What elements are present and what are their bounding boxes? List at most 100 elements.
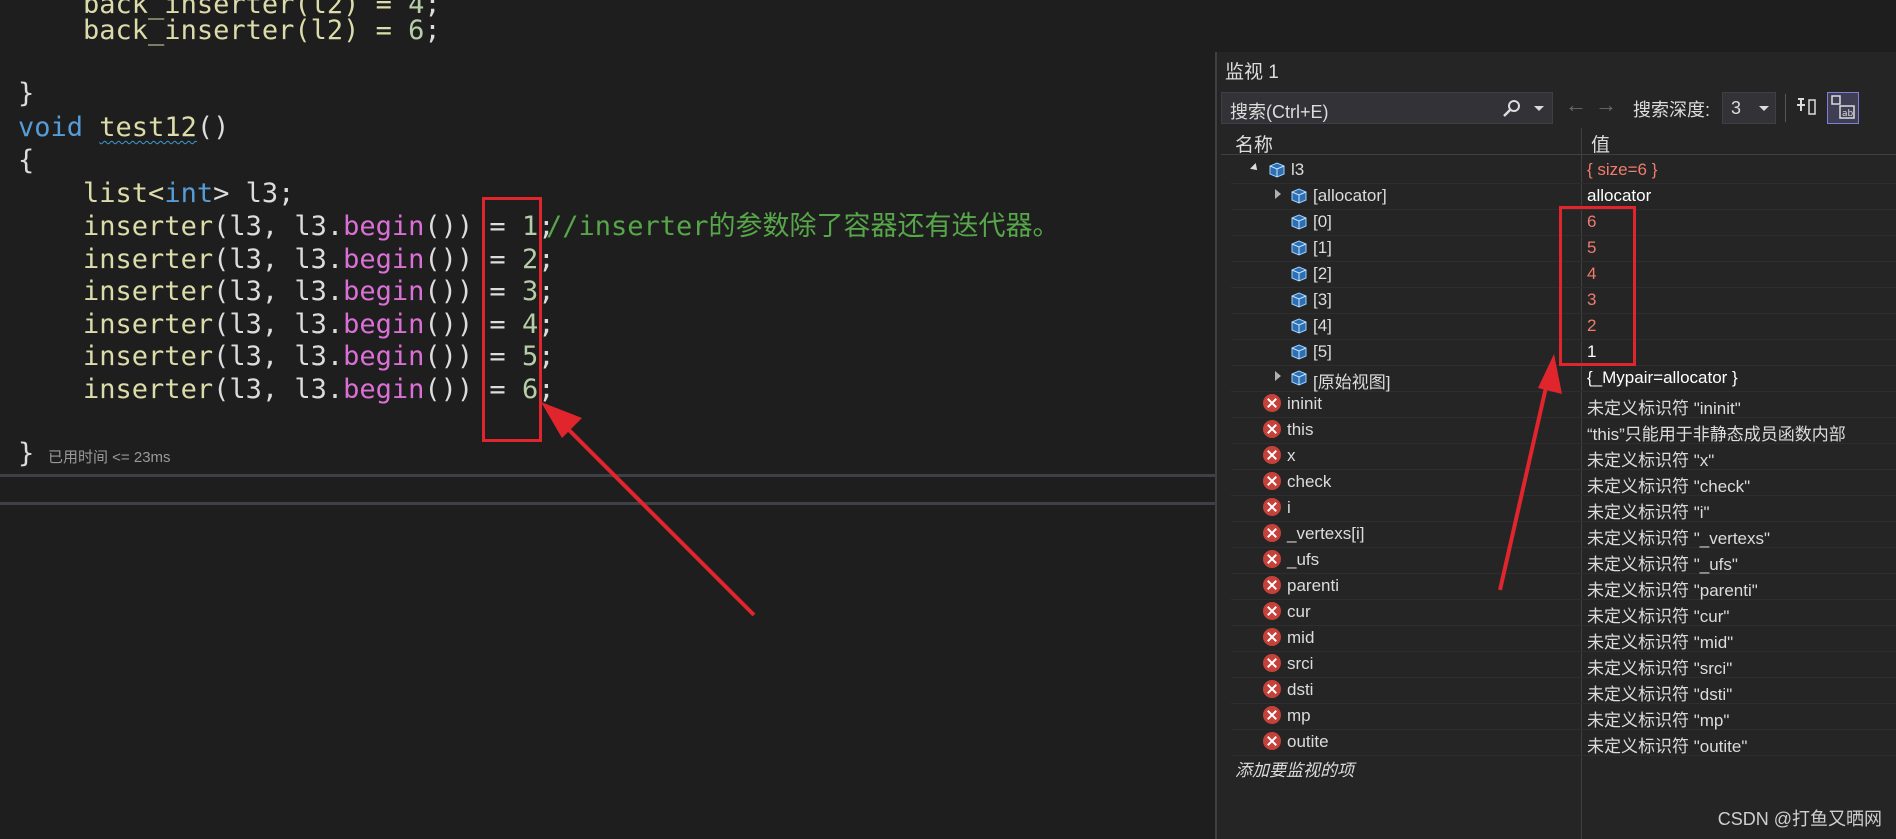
- object-icon: [1289, 264, 1309, 289]
- watch-row[interactable]: [原始视图] {_Mypair=allocator }: [1231, 365, 1896, 392]
- svg-text:ab: ab: [1842, 109, 1854, 119]
- code-line-inserter: inserter(l3, l3.begin()) = 5;: [18, 340, 554, 373]
- chevron-down-icon[interactable]: [1534, 106, 1544, 111]
- code-text: (l3, l3.: [213, 276, 344, 307]
- watch-row[interactable]: _vertexs[i] 未定义标识符 "_vertexs": [1231, 521, 1896, 548]
- watch-row-name: [4]: [1313, 316, 1332, 335]
- editor-divider: [0, 474, 1215, 477]
- watch-row[interactable]: outite 未定义标识符 "outite": [1231, 729, 1896, 756]
- watch-row[interactable]: x 未定义标识符 "x": [1231, 443, 1896, 470]
- watch-row[interactable]: _ufs 未定义标识符 "_ufs": [1231, 547, 1896, 574]
- column-header-value[interactable]: 值: [1591, 130, 1610, 157]
- pin-icon[interactable]: [1795, 96, 1817, 123]
- search-depth-value: 3: [1731, 98, 1742, 118]
- watch-row[interactable]: ininit 未定义标识符 "ininit": [1231, 391, 1896, 418]
- error-icon: [1263, 394, 1281, 412]
- error-icon: [1263, 472, 1281, 490]
- column-header-name[interactable]: 名称: [1235, 130, 1273, 157]
- watch-row-value: 未定义标识符 "x": [1587, 451, 1715, 470]
- code-text: (l3, l3.: [213, 211, 344, 242]
- watch-row-value: 未定义标识符 "srci": [1587, 659, 1733, 678]
- watch-row-name: _ufs: [1287, 550, 1320, 569]
- keyword: int: [164, 178, 214, 209]
- expand-open-icon[interactable]: [1250, 163, 1260, 173]
- watch-row[interactable]: this “this”只能用于非静态成员函数内部: [1231, 417, 1896, 444]
- search-depth-select[interactable]: 3: [1722, 92, 1776, 124]
- expand-closed-icon[interactable]: [1275, 189, 1281, 199]
- code-comment: //inserter的参数除了容器还有迭代器。: [546, 211, 1060, 242]
- watch-row-value: 未定义标识符 "mid": [1587, 633, 1734, 652]
- error-icon: [1263, 498, 1281, 516]
- watch-row-value: 未定义标识符 "_ufs": [1587, 555, 1738, 574]
- function-call: inserter: [83, 373, 214, 405]
- watch-row[interactable]: check 未定义标识符 "check": [1231, 469, 1896, 496]
- code-text: ;: [424, 15, 441, 46]
- code-text: (l3, l3.: [213, 308, 344, 340]
- member-call: begin: [343, 276, 425, 307]
- error-icon: [1263, 706, 1281, 724]
- code-text: list<: [83, 178, 165, 209]
- watch-row-value: allocator: [1587, 186, 1652, 205]
- object-icon: [1289, 368, 1309, 393]
- elapsed-time-hint: 已用时间 <= 23ms: [48, 449, 171, 466]
- code-text: back_inserter(l2) =: [83, 15, 409, 46]
- watch-row-value: 未定义标识符 "mp": [1587, 711, 1730, 730]
- keyword: void: [18, 112, 84, 143]
- object-icon: [1289, 186, 1309, 211]
- annotation-box-watch-values: [1559, 206, 1636, 366]
- watch-row-name: [5]: [1313, 342, 1332, 361]
- hex-display-icon[interactable]: ab: [1827, 92, 1859, 124]
- back-arrow-icon[interactable]: ←: [1565, 92, 1587, 118]
- watch-row-value: “this”只能用于非静态成员函数内部: [1587, 425, 1846, 444]
- code-line: back_inserter(l2) = 6;: [18, 14, 441, 47]
- watch-row[interactable]: mp 未定义标识符 "mp": [1231, 703, 1896, 730]
- code-text: (l3, l3.: [213, 243, 344, 275]
- watch-row-name: dsti: [1287, 680, 1314, 699]
- object-icon: [1289, 238, 1309, 263]
- code-line-inserter: inserter(l3, l3.begin()) = 2;: [18, 243, 554, 276]
- watch-row[interactable]: cur 未定义标识符 "cur": [1231, 599, 1896, 626]
- add-watch-item[interactable]: 添加要监视的项: [1235, 756, 1354, 781]
- forward-arrow-icon[interactable]: →: [1595, 92, 1617, 118]
- object-icon: [1289, 290, 1309, 315]
- member-call: begin: [343, 308, 425, 340]
- watch-row[interactable]: i 未定义标识符 "i": [1231, 495, 1896, 522]
- code-line-inserter: inserter(l3, l3.begin()) = 6;: [18, 373, 554, 406]
- watch-row-value: {_Mypair=allocator }: [1587, 368, 1738, 387]
- watch-row[interactable]: l3 { size=6 }: [1231, 157, 1896, 184]
- code-editor[interactable]: back_inserter(l2) = 4; back_inserter(l2)…: [0, 0, 1215, 839]
- watch-row-name: this: [1287, 420, 1314, 439]
- watch-grid-header: 名称 值: [1221, 128, 1896, 157]
- annotation-box-code-values: [482, 197, 542, 442]
- search-depth-label: 搜索深度:: [1633, 100, 1711, 120]
- watch-row-name: check: [1287, 472, 1332, 491]
- watch-row-value: 未定义标识符 "_vertexs": [1587, 529, 1771, 548]
- watermark: CSDN @打鱼又晒网: [1717, 809, 1882, 829]
- watch-row-value: 未定义标识符 "parenti": [1587, 581, 1758, 600]
- error-icon: [1263, 576, 1281, 594]
- watch-row-name: _vertexs[i]: [1287, 524, 1365, 543]
- watch-row-value: 未定义标识符 "ininit": [1587, 399, 1741, 418]
- object-icon: [1289, 316, 1309, 341]
- editor-divider: [0, 502, 1215, 505]
- function-call: inserter: [83, 276, 214, 307]
- expand-closed-icon[interactable]: [1275, 371, 1281, 381]
- watch-row-name: [3]: [1313, 290, 1332, 309]
- error-icon: [1263, 602, 1281, 620]
- code-text: (): [196, 112, 230, 143]
- watch-row[interactable]: parenti 未定义标识符 "parenti": [1231, 573, 1896, 600]
- search-icon[interactable]: [1502, 99, 1522, 124]
- error-icon: [1263, 628, 1281, 646]
- watch-row-name: i: [1287, 498, 1291, 517]
- search-input[interactable]: 搜索(Ctrl+E): [1221, 92, 1553, 124]
- watch-row[interactable]: srci 未定义标识符 "srci": [1231, 651, 1896, 678]
- member-call: begin: [343, 373, 425, 405]
- watch-row[interactable]: mid 未定义标识符 "mid": [1231, 625, 1896, 652]
- search-placeholder: 搜索(Ctrl+E): [1230, 102, 1329, 122]
- watch-row-name: srci: [1287, 654, 1314, 673]
- watch-row[interactable]: dsti 未定义标识符 "dsti": [1231, 677, 1896, 704]
- watch-row-value: 未定义标识符 "i": [1587, 503, 1710, 522]
- error-icon: [1263, 654, 1281, 672]
- function-call: inserter: [83, 341, 214, 372]
- code-text: (l3, l3.: [213, 373, 344, 405]
